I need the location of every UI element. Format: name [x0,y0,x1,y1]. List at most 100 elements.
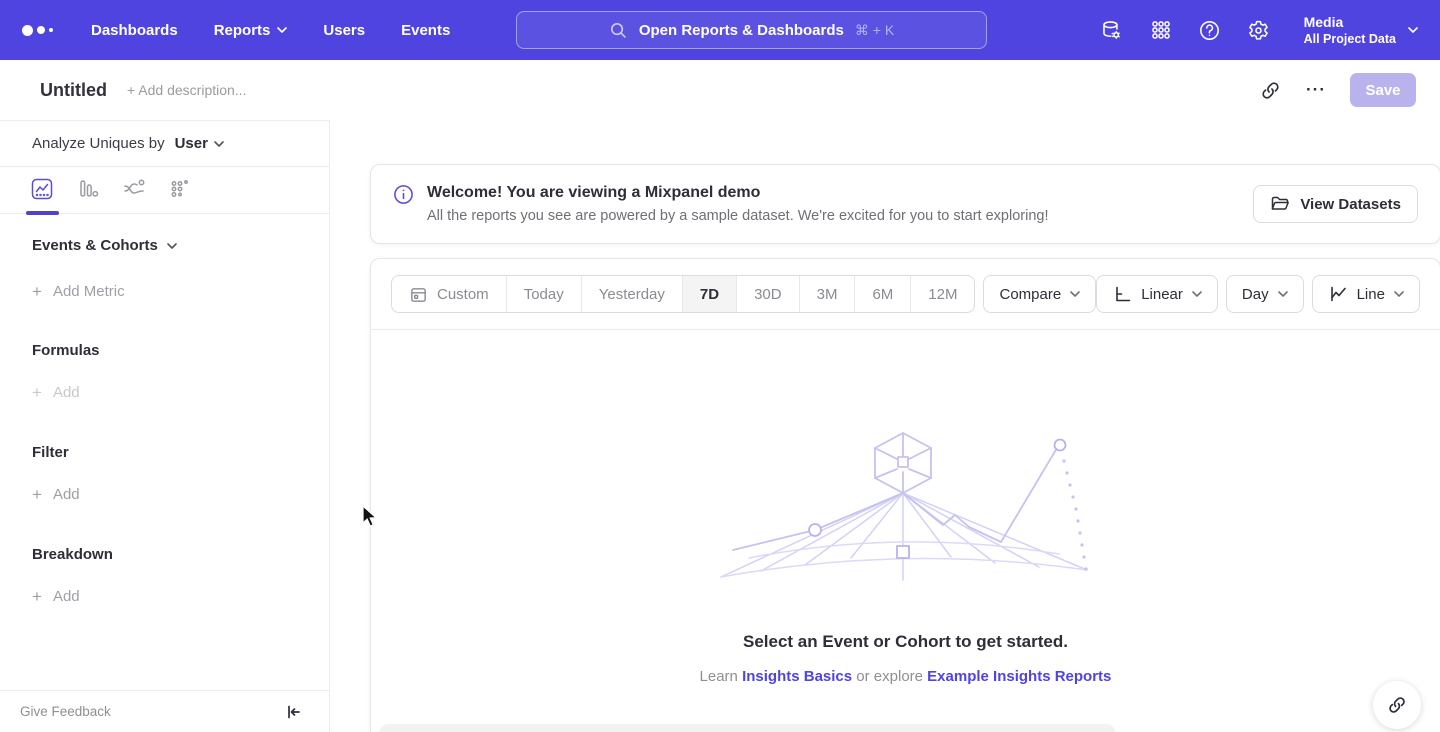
range-today-label: Today [524,286,564,303]
search-icon [609,21,628,40]
learn-prefix: Learn [700,668,738,685]
nav-users-label: Users [323,22,365,39]
link-icon [1387,695,1407,715]
nav-reports-label: Reports [214,22,271,39]
range-custom[interactable]: Custom [392,276,506,312]
add-formula-button[interactable]: + Add [0,383,329,403]
nav-dashboards[interactable]: Dashboards [91,22,178,39]
chevron-down-icon [277,27,287,33]
range-12m[interactable]: 12M [910,276,974,312]
chevron-down-icon [1278,291,1288,297]
add-metric-label: Add Metric [53,282,125,302]
calendar-icon [409,285,428,304]
bar-chart-icon [76,177,100,201]
compare-button[interactable]: Compare [983,275,1096,313]
give-feedback-link[interactable]: Give Feedback [20,704,111,719]
copy-link-icon[interactable] [1258,78,1282,102]
chevron-down-icon [1394,291,1404,297]
tab-metrics-grid[interactable] [168,177,214,201]
flows-icon [122,177,146,201]
breakdown-title: Breakdown [32,545,113,565]
tab-flows-chart[interactable] [122,177,168,201]
save-button[interactable]: Save [1350,73,1416,107]
share-link-fab[interactable] [1373,681,1421,729]
range-30d[interactable]: 30D [736,276,799,312]
info-icon [393,184,414,210]
search-shortcut: ⌘ + K [855,22,894,39]
chart-type-dropdown[interactable]: Line [1312,275,1420,313]
top-navbar: Dashboards Reports Users Events Open Rep… [0,0,1440,60]
tab-insights-chart[interactable] [30,177,76,201]
filter-title: Filter [32,443,69,463]
mixpanel-logo[interactable] [22,25,53,36]
more-options-icon[interactable]: ··· [1304,78,1328,102]
apps-grid-icon[interactable] [1149,18,1173,42]
chevron-down-icon [214,141,224,147]
range-7d[interactable]: 7D [682,276,736,312]
empty-state-illustration [719,430,1091,582]
example-reports-link[interactable]: Example Insights Reports [927,668,1111,685]
chart-controls: Custom Today Yesterday 7D 30D 3M 6M 12M … [371,259,1440,329]
add-metric-button[interactable]: + Add Metric [0,282,329,302]
project-name: Media [1304,14,1396,31]
add-filter-label: Add [53,485,80,505]
view-datasets-label: View Datasets [1300,196,1401,213]
add-filter-button[interactable]: + Add [0,485,329,505]
chevron-down-icon [1408,27,1418,33]
chevron-down-icon[interactable] [167,243,177,249]
interval-label: Day [1242,286,1269,303]
plus-icon: + [32,485,42,505]
range-yesterday[interactable]: Yesterday [581,276,682,312]
welcome-banner: Welcome! You are viewing a Mixpanel demo… [370,164,1440,244]
dots-grid-icon [168,177,192,201]
range-yesterday-label: Yesterday [599,286,665,303]
report-card: Custom Today Yesterday 7D 30D 3M 6M 12M … [370,258,1440,732]
banner-subtitle: All the reports you see are powered by a… [427,206,1049,226]
formulas-title: Formulas [32,341,100,361]
line-chart-icon [30,177,54,201]
banner-title: Welcome! You are viewing a Mixpanel demo [427,182,1049,203]
scale-label: Linear [1141,286,1183,303]
folder-icon [1270,194,1290,214]
collapse-sidebar-icon[interactable] [283,702,303,722]
settings-gear-icon[interactable] [1247,18,1271,42]
search-placeholder: Open Reports & Dashboards [639,22,844,39]
chevron-down-icon [1192,291,1202,297]
report-title[interactable]: Untitled [40,80,107,101]
data-management-icon[interactable] [1100,18,1124,42]
view-datasets-button[interactable]: View Datasets [1253,185,1418,223]
range-6m[interactable]: 6M [854,276,910,312]
global-search[interactable]: Open Reports & Dashboards ⌘ + K [516,11,987,49]
help-icon[interactable] [1198,18,1222,42]
nav-users[interactable]: Users [323,22,365,39]
nav-events[interactable]: Events [401,22,450,39]
add-breakdown-button[interactable]: + Add [0,587,329,607]
add-description[interactable]: + Add description... [127,82,246,98]
analyze-by-value: User [175,135,208,152]
insights-basics-link[interactable]: Insights Basics [742,668,852,685]
range-3m-label: 3M [817,286,838,303]
range-3m[interactable]: 3M [799,276,855,312]
analyze-prefix-label: Analyze Uniques by [32,135,165,152]
query-sidebar: Analyze Uniques by User [0,120,330,732]
chart-type-label: Line [1357,286,1385,303]
chevron-down-icon [1070,291,1080,297]
range-6m-label: 6M [872,286,893,303]
add-breakdown-label: Add [53,587,80,607]
main-content: Welcome! You are viewing a Mixpanel demo… [330,120,1440,732]
bottom-panel-edge [379,724,1116,732]
nav-reports[interactable]: Reports [214,22,288,39]
scale-dropdown[interactable]: Linear [1096,275,1218,313]
plus-icon: + [32,282,42,302]
plus-icon: + [32,383,42,403]
empty-state-title: Select an Event or Cohort to get started… [743,632,1068,652]
range-30d-label: 30D [754,286,782,303]
project-switcher[interactable]: Media All Project Data [1304,14,1418,47]
interval-dropdown[interactable]: Day [1226,275,1304,313]
analyze-by-dropdown[interactable]: User [175,135,224,152]
report-header: Untitled + Add description... ··· Save [0,60,1440,120]
linear-axes-icon [1112,284,1132,304]
tab-bar-chart[interactable] [76,177,122,201]
range-today[interactable]: Today [506,276,581,312]
line-chart-icon [1328,284,1348,304]
